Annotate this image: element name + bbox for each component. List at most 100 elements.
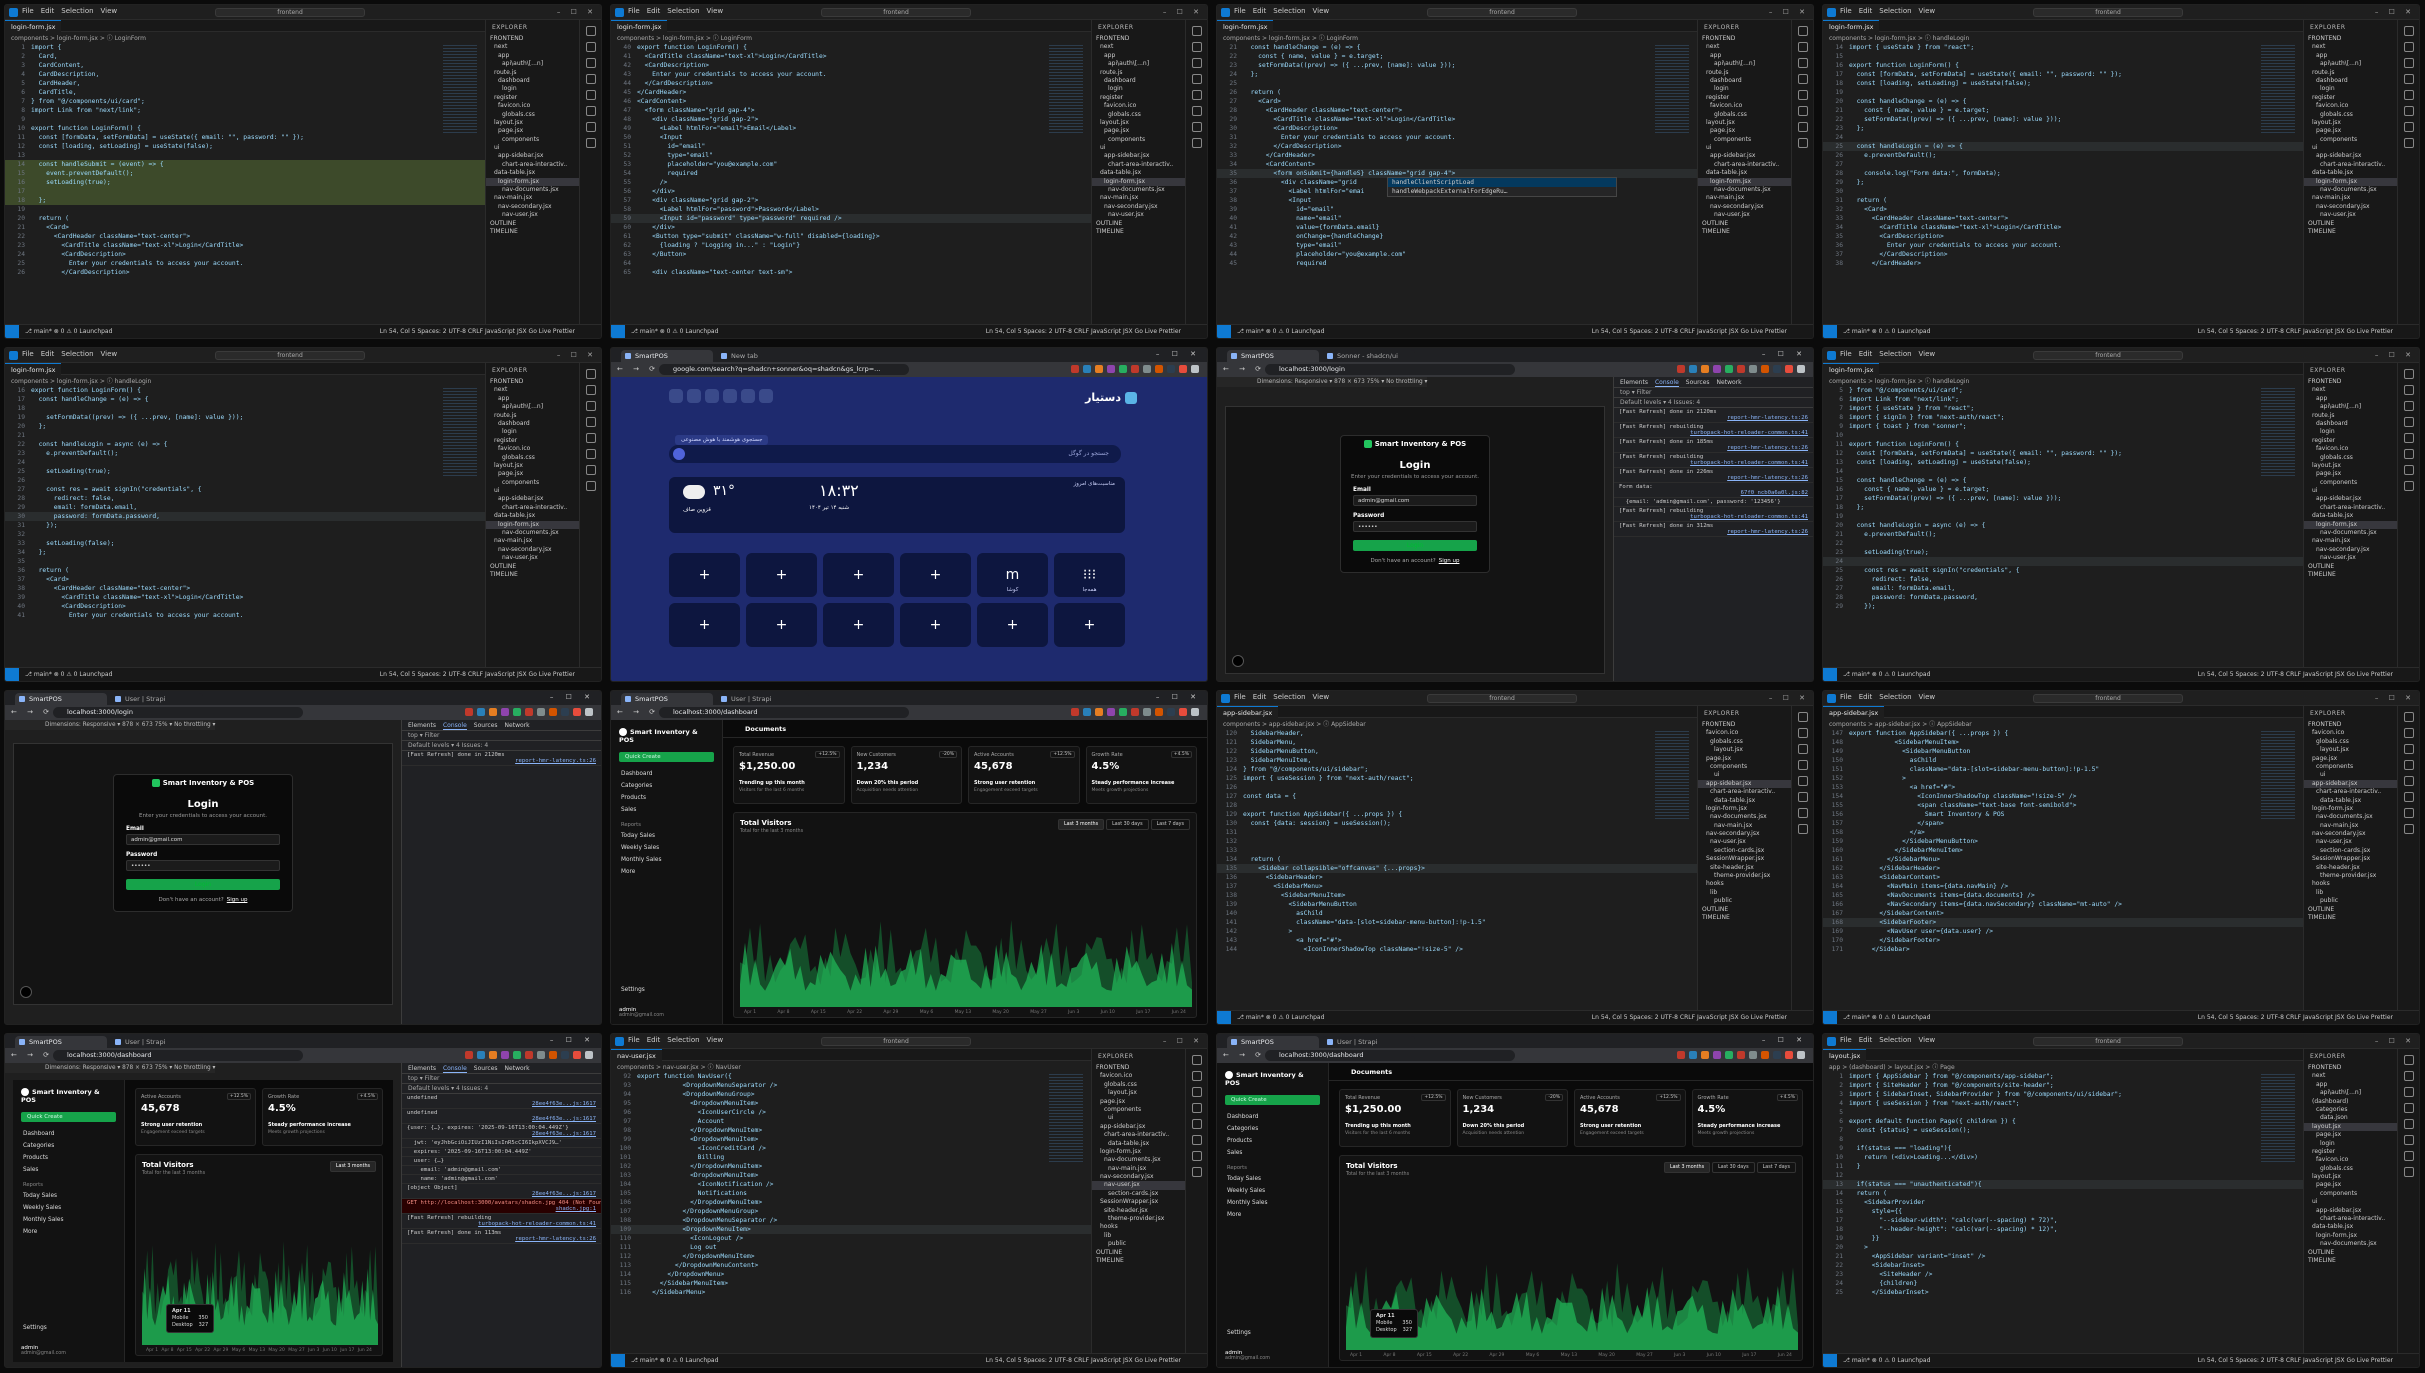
sidebar-brand[interactable]: Smart Inventory & POS — [1217, 1063, 1328, 1095]
file-tree-item[interactable]: components — [2304, 136, 2399, 144]
menu-item[interactable]: Selection — [1879, 7, 1911, 15]
project-folder[interactable]: FRONTEND — [486, 378, 581, 386]
explorer-icon[interactable] — [1191, 1055, 1202, 1065]
file-tree-item[interactable]: app — [2304, 395, 2399, 403]
file-tree-item[interactable]: public — [1092, 1240, 1187, 1248]
toolbar-icon[interactable] — [741, 389, 755, 403]
sidebar-item-products[interactable]: Products — [1217, 1135, 1328, 1147]
search-icon[interactable] — [2403, 1071, 2414, 1081]
menu-item[interactable]: Selection — [667, 1036, 699, 1044]
minimap[interactable] — [2261, 1072, 2295, 1162]
file-tree-item[interactable]: globals.css — [2304, 1165, 2399, 1173]
file-tree-item[interactable]: nav-secondary.jsx — [1092, 203, 1187, 211]
timeline-section[interactable]: TIMELINE — [2304, 228, 2399, 236]
file-tree-item[interactable]: lib — [1698, 889, 1793, 897]
explorer-icon[interactable] — [585, 26, 596, 36]
extension-icon[interactable] — [1761, 365, 1769, 373]
file-tree-item[interactable]: api\auth\[...n] — [2304, 60, 2399, 68]
code-editor[interactable]: 5} from "@/components/ui/card"; 6 import L… — [1823, 386, 2303, 667]
account-icon[interactable] — [2403, 122, 2414, 132]
file-tree-item[interactable]: login — [1698, 85, 1793, 93]
remote-indicator-icon[interactable] — [5, 668, 19, 681]
file-tree-item[interactable]: theme-provider.jsx — [2304, 872, 2399, 880]
toolbar-icon[interactable] — [687, 389, 701, 403]
devtools-tab[interactable]: Elements — [408, 722, 436, 729]
extension-icon[interactable] — [585, 1051, 593, 1059]
devtools-tab[interactable]: Elements — [1620, 379, 1648, 386]
file-tree-item[interactable]: ui — [2304, 771, 2399, 779]
menu-item[interactable]: View — [101, 7, 118, 15]
file-tree-item[interactable]: page.jsx — [2304, 127, 2399, 135]
source-control-icon[interactable] — [2403, 744, 2414, 754]
browser-tab[interactable]: User | Strapi — [111, 693, 203, 705]
extension-icon[interactable] — [501, 708, 509, 716]
extension-icon[interactable] — [477, 1051, 485, 1059]
extension-icon[interactable] — [513, 708, 521, 716]
console-source-link[interactable]: 28ee4f63e...js:1617 — [407, 1101, 596, 1107]
outline-section[interactable]: OUTLINE — [1698, 220, 1793, 228]
devtools-tab[interactable]: Console — [442, 722, 467, 730]
extension-icon[interactable] — [525, 708, 533, 716]
nav-user[interactable]: admin admin@gmail.com — [619, 1007, 664, 1018]
file-tree-item[interactable]: next — [2304, 43, 2399, 51]
menu-item[interactable]: File — [1840, 1036, 1852, 1044]
file-tree-item[interactable]: nav-documents.jsx — [2304, 1240, 2399, 1248]
responsive-toolbar[interactable]: Dimensions: Responsive ▾ 878 × 673 75% ▾… — [1217, 377, 1428, 387]
sidebar-report-item[interactable]: More — [1217, 1209, 1328, 1221]
remote-icon[interactable] — [1797, 792, 1808, 802]
file-tree-item[interactable]: dashboard — [2304, 420, 2399, 428]
file-tree-item[interactable]: nav-user.jsx — [2304, 554, 2399, 562]
file-tree-item[interactable]: app — [486, 52, 581, 60]
status-right[interactable]: Ln 54, Col 5 Spaces: 2 UTF-8 CRLF JavaSc… — [2198, 1011, 2393, 1024]
extension-icon[interactable] — [465, 1051, 473, 1059]
source-control-icon[interactable] — [2403, 1087, 2414, 1097]
window-controls[interactable]: – ☐ ✕ — [550, 1036, 595, 1044]
range-option[interactable]: Last 7 days — [1150, 819, 1190, 830]
search-icon[interactable] — [1797, 728, 1808, 738]
timeline-section[interactable]: TIMELINE — [486, 228, 581, 236]
menu-item[interactable]: Selection — [1879, 350, 1911, 358]
toolbar-icon[interactable] — [669, 389, 683, 403]
file-tree-item[interactable]: nav-secondary.jsx — [2304, 203, 2399, 211]
shortcut-tile[interactable]: + — [746, 603, 817, 647]
file-tree-item[interactable]: data-table.jsx — [1092, 1140, 1187, 1148]
extension-icon[interactable] — [1167, 365, 1175, 373]
command-search-input[interactable]: frontend — [2033, 694, 2183, 703]
remote-indicator-icon[interactable] — [1217, 325, 1231, 338]
outline-section[interactable]: OUTLINE — [2304, 563, 2399, 571]
browser-tab[interactable]: SmartPOS — [621, 350, 713, 362]
sidebar-brand[interactable]: Smart Inventory & POS — [13, 1080, 124, 1112]
file-tree-item[interactable]: nav-user.jsx — [2304, 211, 2399, 219]
extension-icon[interactable] — [537, 1051, 545, 1059]
file-tree-item[interactable]: theme-provider.jsx — [1698, 872, 1793, 880]
file-tree-item[interactable]: ui — [1698, 771, 1793, 779]
file-tree-item[interactable]: login-form.jsx — [1698, 177, 1793, 187]
minimap[interactable] — [1049, 1072, 1083, 1162]
outline-section[interactable]: OUTLINE — [486, 563, 581, 571]
code-editor[interactable]: 1 import {2 Card, 3 CardContent, 4 CardDesc… — [5, 43, 485, 324]
file-tree-item[interactable]: chart-area-interactiv.. — [2304, 788, 2399, 796]
source-control-icon[interactable] — [1191, 58, 1202, 68]
file-tree-item[interactable]: register — [1092, 94, 1187, 102]
source-control-icon[interactable] — [585, 401, 596, 411]
sidebar-report-item[interactable]: More — [611, 866, 722, 878]
menu-item[interactable]: Edit — [647, 1036, 661, 1044]
file-tree-item[interactable]: api\auth\[...n] — [2304, 403, 2399, 411]
file-tree-item[interactable]: components — [486, 136, 581, 144]
minimap[interactable] — [443, 43, 477, 133]
file-tree-item[interactable]: nav-documents.jsx — [486, 529, 581, 537]
autocomplete-item[interactable]: handleWebpackExternalForEdgeRu… — [1388, 187, 1616, 196]
status-right[interactable]: Ln 54, Col 5 Spaces: 2 UTF-8 CRLF JavaSc… — [380, 325, 575, 338]
project-folder[interactable]: FRONTEND — [1698, 35, 1793, 43]
file-tree-item[interactable]: favicon.ico — [2304, 445, 2399, 453]
minimap[interactable] — [2261, 43, 2295, 133]
menu-item[interactable]: Selection — [1879, 693, 1911, 701]
project-folder[interactable]: FRONTEND — [1092, 35, 1187, 43]
search-icon[interactable] — [585, 42, 596, 52]
console-filter[interactable]: top ▾ Filter — [1614, 388, 1813, 398]
remote-indicator-icon[interactable] — [611, 325, 625, 338]
file-tree-item[interactable]: layout.jsx — [2304, 1173, 2399, 1181]
debug-icon[interactable] — [2403, 760, 2414, 770]
sidebar-item-categories[interactable]: Categories — [611, 780, 722, 792]
outline-section[interactable]: OUTLINE — [1092, 220, 1187, 228]
